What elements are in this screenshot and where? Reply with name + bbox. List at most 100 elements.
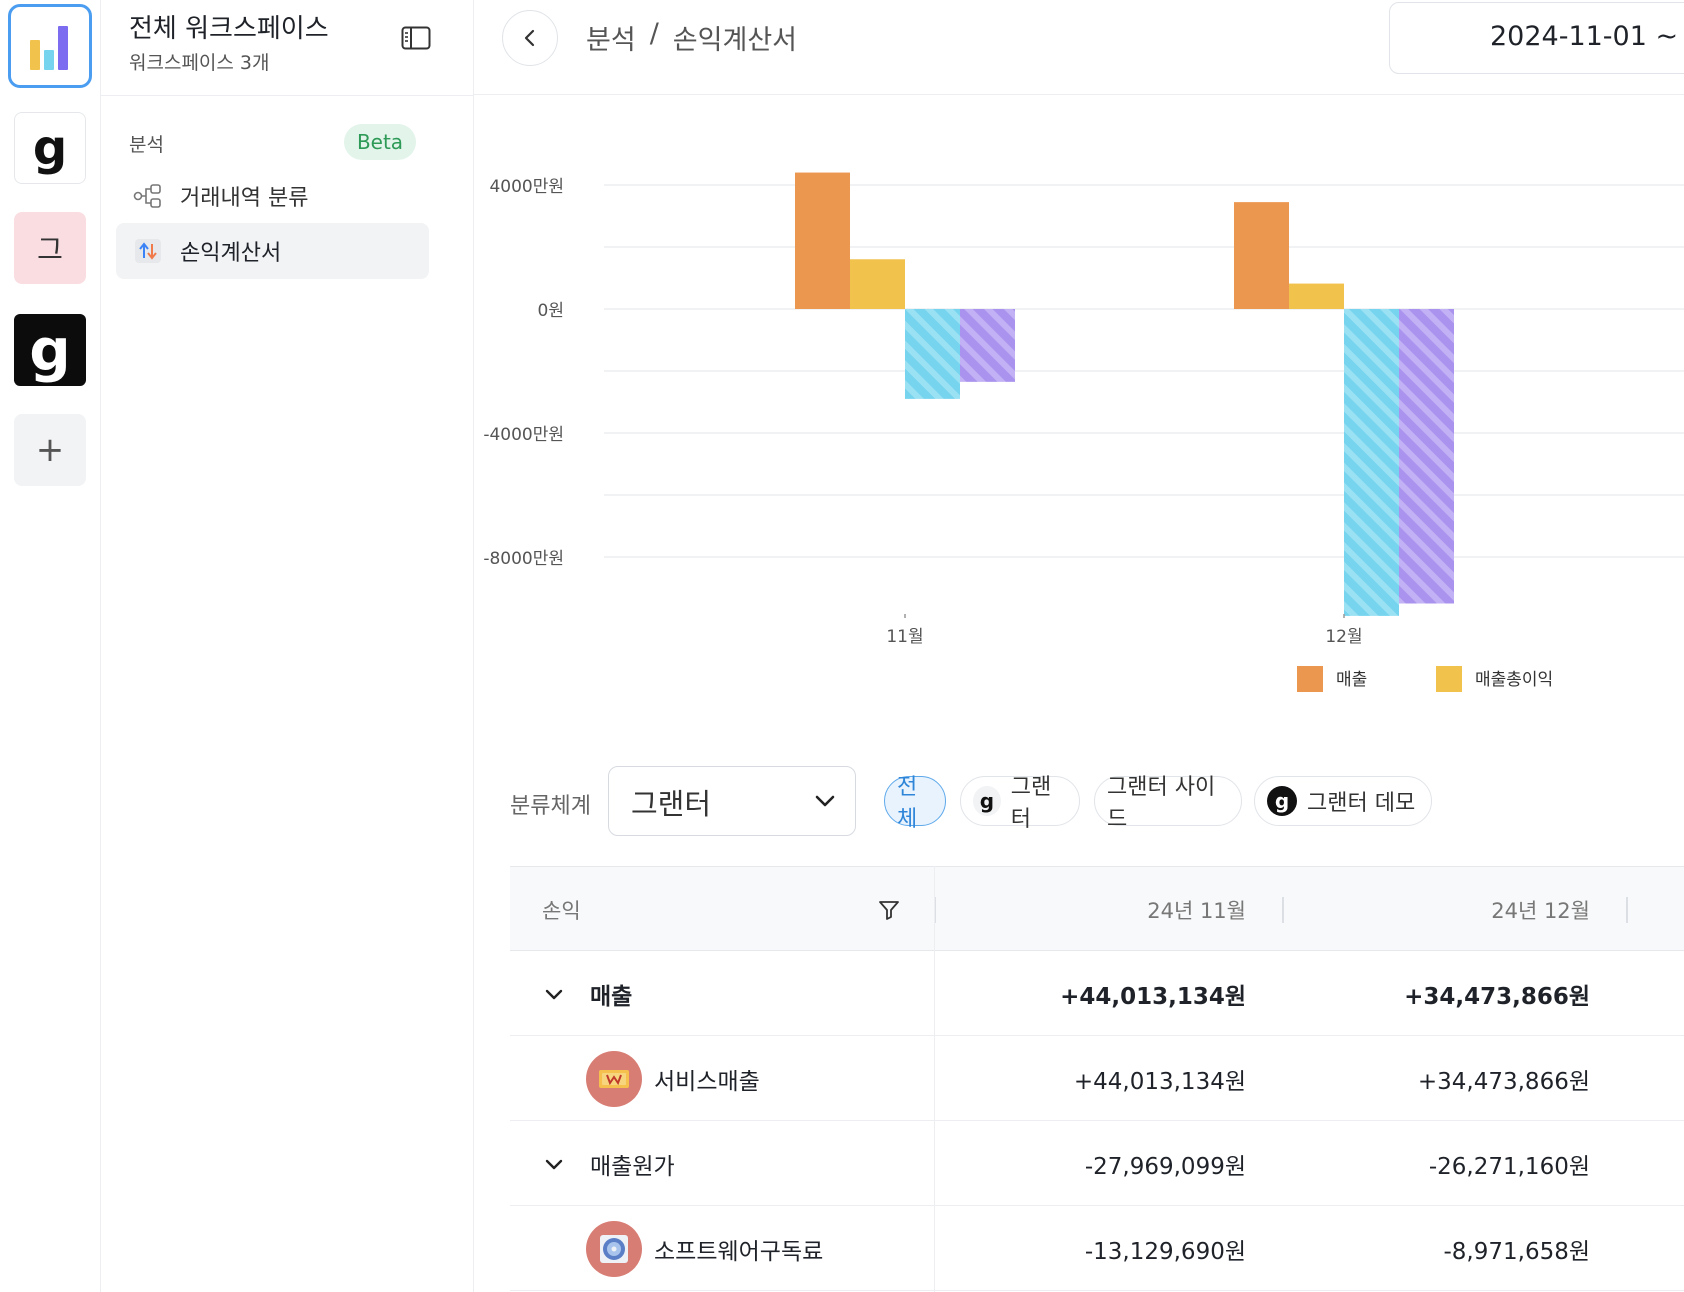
workspace-rail: g 그 g +	[0, 0, 101, 1292]
column-header-dec: 24년 12월	[1491, 898, 1590, 923]
x-axis: 11월 12월	[886, 614, 1363, 647]
workspace-initial: 그	[37, 233, 63, 266]
chip-all[interactable]: 전체	[884, 775, 946, 832]
date-range-text: 2024-11-01 ~ 2024-12-31	[1490, 21, 1684, 52]
bar-4-11월[interactable]	[960, 309, 1015, 382]
cell-nov: -27,969,099원	[1084, 1153, 1246, 1180]
table-row[interactable]: 매출 +44,013,134원 +34,473,866원	[510, 951, 1684, 1036]
add-workspace-button[interactable]: +	[14, 414, 86, 486]
bar-3-11월[interactable]	[905, 309, 960, 399]
bar-3-12월[interactable]	[1344, 309, 1399, 616]
workspace-analytics[interactable]	[8, 4, 92, 88]
table-row[interactable]: 소프트웨어구독료 -13,129,690원 -8,971,658원	[510, 1206, 1684, 1291]
back-button[interactable]	[502, 10, 558, 66]
cell-dec: -8,971,658원	[1443, 1238, 1590, 1265]
sidebar: 전체 워크스페이스 워크스페이스 3개 분석 Beta 거래내역 분류 손익계산…	[101, 0, 474, 1292]
bar-chart-icon	[30, 26, 68, 70]
sidebar-item-income-statement[interactable]: 손익계산서	[116, 223, 429, 279]
legend-swatch	[1436, 666, 1462, 692]
chip-granter-side[interactable]: 그랜터 사이드	[1094, 775, 1242, 832]
filter-row: 분류체계 그랜터 전체 g 그랜터 그랜터 사이드 g 그랜터 데모	[474, 766, 1684, 838]
breadcrumb: 분석 / 손익계산서	[586, 18, 797, 57]
breadcrumb-root[interactable]: 분석	[586, 18, 636, 57]
granter-dark-logo-icon: g	[29, 316, 71, 384]
row-label-group: 서비스매출	[586, 1036, 760, 1121]
column-separator	[1626, 897, 1628, 923]
row-label: 매출원가	[590, 1153, 675, 1180]
money-icon	[586, 1050, 642, 1107]
cell-nov: -13,129,690원	[1084, 1238, 1246, 1265]
column-header-nov: 24년 11월	[1147, 898, 1246, 923]
bar-2-12월[interactable]	[1289, 283, 1344, 309]
row-label: 서비스매출	[654, 1068, 760, 1095]
chevron-down-icon	[815, 795, 835, 807]
beta-badge: Beta	[344, 124, 416, 160]
legend-label[interactable]: 매출	[1336, 670, 1367, 690]
cell-dec: +34,473,866원	[1404, 983, 1590, 1010]
cell-dec: +34,473,866원	[1417, 1068, 1590, 1095]
legend-label[interactable]: 매출총이익	[1475, 670, 1553, 690]
cell-nov: +44,013,134원	[1073, 1068, 1246, 1095]
sidebar-toggle-icon[interactable]	[401, 26, 431, 50]
column-divider	[934, 866, 935, 1292]
sidebar-item-label: 손익계산서	[180, 241, 282, 266]
income-chart: 4000만원 0원 -4000만원 -8000만원 11월 12월 매출 매출총이익	[483, 172, 1684, 692]
x-tick-label: 11월	[886, 627, 923, 647]
cell-nov: +44,013,134원	[1060, 983, 1246, 1010]
chart-bars	[795, 172, 1454, 616]
chevron-down-icon	[545, 989, 563, 999]
sidebar-item-transaction-classification[interactable]: 거래내역 분류	[116, 168, 429, 224]
date-range-picker[interactable]: 2024-11-01 ~ 2024-12-31	[1389, 2, 1684, 74]
row-toggle[interactable]	[542, 951, 566, 1036]
filter-icon[interactable]	[878, 899, 900, 921]
chip-label: 그랜터 사이드	[1107, 775, 1216, 832]
sidebar-title: 전체 워크스페이스	[129, 14, 329, 44]
chip-label: 전체	[897, 775, 918, 832]
plus-icon: +	[35, 430, 65, 470]
chevron-left-icon	[524, 29, 535, 47]
chip-label: 그랜터 데모	[1307, 791, 1416, 816]
table-header: 손익 24년 11월 24년 12월	[510, 866, 1684, 951]
granter-logo-icon: g	[973, 786, 1001, 816]
row-label: 매출	[590, 983, 633, 1010]
sidebar-subtitle: 워크스페이스 3개	[129, 52, 270, 74]
flow-icon	[132, 182, 164, 210]
granter-logo-icon: g	[32, 120, 68, 176]
table-row[interactable]: 서비스매출 +44,013,134원 +34,473,866원	[510, 1036, 1684, 1121]
sidebar-item-label: 거래내역 분류	[180, 186, 309, 211]
y-tick-label: -8000만원	[483, 549, 564, 569]
bar-4-12월[interactable]	[1399, 309, 1454, 604]
sidebar-section-label: 분석	[129, 134, 164, 156]
main-content: 분석 / 손익계산서 2024-11-01 ~ 2024-12-31 40	[474, 0, 1684, 1292]
top-bar: 분석 / 손익계산서 2024-11-01 ~ 2024-12-31	[474, 0, 1684, 95]
x-tick-label: 12월	[1325, 627, 1362, 647]
bar-2-11월[interactable]	[850, 259, 905, 309]
chip-granter[interactable]: g 그랜터	[960, 775, 1080, 832]
up-down-arrows-icon	[132, 237, 164, 265]
app-root: g 그 g + 전체 워크스페이스 워크스페이스 3개 분석 Beta 거래내역…	[0, 0, 1684, 1292]
table-row[interactable]: 매출원가 -27,969,099원 -26,271,160원	[510, 1121, 1684, 1206]
classification-label: 분류체계	[510, 794, 591, 819]
y-tick-label: 0원	[538, 301, 564, 321]
chip-granter-demo[interactable]: g 그랜터 데모	[1254, 776, 1432, 826]
legend-swatch	[1297, 666, 1323, 692]
column-separator	[1282, 897, 1284, 923]
breadcrumb-current: 손익계산서	[672, 25, 797, 56]
classification-value: 그랜터	[631, 787, 712, 821]
workspace-granter-side[interactable]: 그	[14, 212, 86, 284]
y-axis: 4000만원 0원 -4000만원 -8000만원	[483, 177, 564, 569]
disc-icon	[586, 1220, 642, 1277]
chart-grid	[604, 184, 1684, 558]
y-tick-label: 4000만원	[489, 177, 564, 197]
breadcrumb-separator: /	[649, 18, 659, 49]
bar-1-11월[interactable]	[795, 172, 850, 309]
bar-1-12월[interactable]	[1234, 202, 1289, 309]
chevron-down-icon	[545, 1159, 563, 1169]
granter-dark-logo-icon: g	[1267, 786, 1297, 816]
column-header-account: 손익	[542, 898, 581, 923]
workspace-granter-demo[interactable]: g	[14, 314, 86, 386]
chip-label: 그랜터	[1010, 775, 1052, 832]
row-toggle[interactable]	[542, 1121, 566, 1206]
classification-select[interactable]: 그랜터	[608, 766, 856, 836]
workspace-granter[interactable]: g	[14, 112, 86, 184]
